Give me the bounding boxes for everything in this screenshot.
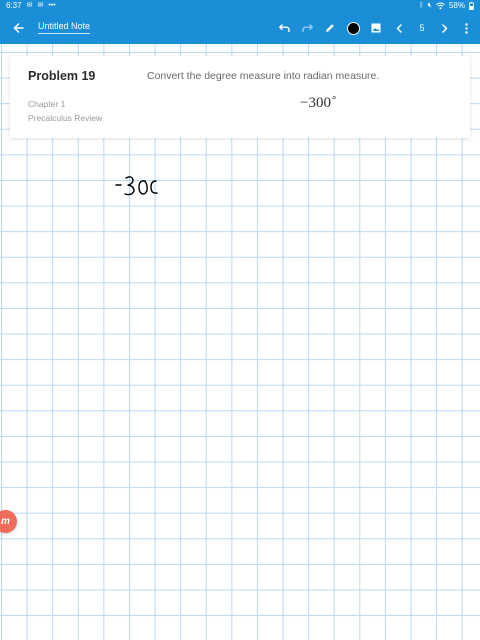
redo-button[interactable] <box>298 12 316 44</box>
more-dots-icon: ••• <box>48 2 56 9</box>
email-icon: ✉ <box>26 2 33 9</box>
undo-icon <box>278 24 290 32</box>
previous-page-button[interactable] <box>391 12 407 44</box>
handwritten-stroke <box>115 176 158 196</box>
note-workspace: Problem 19 Convert the degree measure in… <box>0 44 480 640</box>
color-picker-button[interactable] <box>344 12 362 44</box>
overflow-menu-button[interactable] <box>459 12 473 44</box>
undo-button[interactable] <box>275 12 293 44</box>
battery-percentage: 58% <box>448 1 465 10</box>
battery-icon <box>469 2 474 10</box>
handwritten-ink <box>115 176 158 196</box>
status-bar: 6:37 ✉ ✉ ••• ᛒ 🔇︎ 58% <box>0 0 480 12</box>
next-page-button[interactable] <box>437 12 453 44</box>
email-icon: ✉ <box>37 2 44 9</box>
redo-icon <box>301 24 313 32</box>
next-page-icon <box>442 23 448 33</box>
color-swatch <box>346 21 360 35</box>
arrow-left-icon <box>13 23 24 33</box>
pen-icon <box>326 24 334 32</box>
note-title[interactable]: Untitled Note <box>38 21 91 34</box>
page-number: 5 <box>419 23 425 33</box>
insert-image-button[interactable] <box>367 12 385 44</box>
status-time: 6:37 <box>6 1 22 10</box>
bluetooth-icon: ᛒ <box>419 2 424 9</box>
overflow-menu-icon <box>464 22 468 34</box>
wifi-icon <box>436 2 445 10</box>
app-bar: Untitled Note 5 <box>0 12 480 44</box>
pen-tool-button[interactable] <box>321 12 339 44</box>
page-number-indicator: 5 <box>414 12 430 44</box>
image-icon <box>371 23 381 33</box>
back-button[interactable] <box>8 12 28 44</box>
mute-icon: 🔇︎ <box>427 2 432 9</box>
previous-page-icon <box>396 23 402 33</box>
